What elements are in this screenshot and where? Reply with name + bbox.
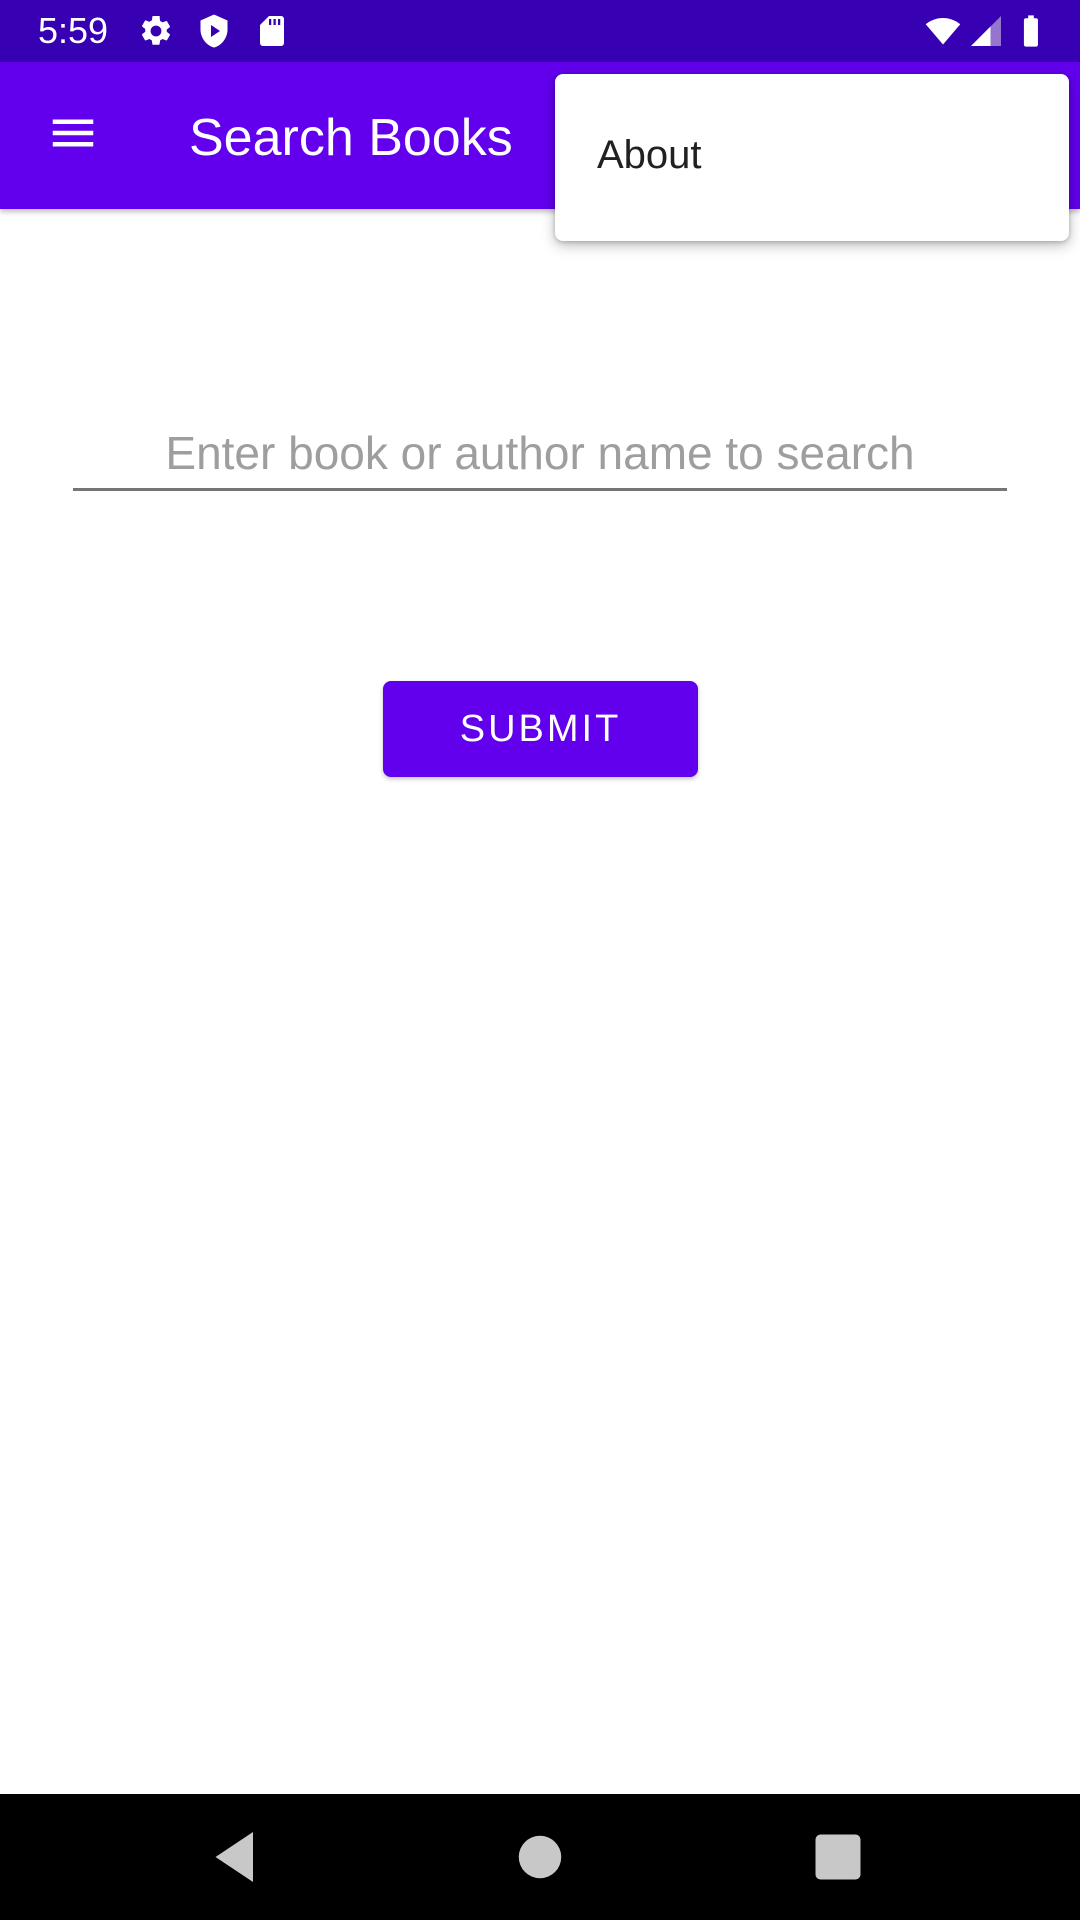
battery-icon xyxy=(1014,13,1048,49)
search-input[interactable] xyxy=(73,418,1007,491)
menu-item-about[interactable]: About xyxy=(555,74,1069,241)
navigation-bar xyxy=(0,1794,1080,1920)
overflow-menu-popup: About xyxy=(555,74,1069,241)
menu-item-label: About xyxy=(597,133,702,177)
recents-icon[interactable] xyxy=(808,1827,868,1887)
back-icon[interactable] xyxy=(208,1827,268,1887)
hamburger-menu-icon xyxy=(46,106,100,165)
wifi-icon xyxy=(922,13,964,49)
settings-icon xyxy=(138,13,174,49)
screen: 5:59 Search Books About Enter book or au… xyxy=(0,0,1080,1920)
play-protect-icon xyxy=(196,13,232,49)
search-field xyxy=(73,418,1007,492)
hamburger-menu-button[interactable] xyxy=(28,90,118,180)
page-title: Search Books xyxy=(189,109,513,167)
status-bar: 5:59 xyxy=(0,0,1080,62)
status-time: 5:59 xyxy=(38,10,109,51)
cellular-signal-icon xyxy=(968,13,1004,49)
submit-button[interactable]: SUBMIT xyxy=(383,681,698,777)
home-icon[interactable] xyxy=(510,1827,570,1887)
sd-card-icon xyxy=(254,13,290,49)
